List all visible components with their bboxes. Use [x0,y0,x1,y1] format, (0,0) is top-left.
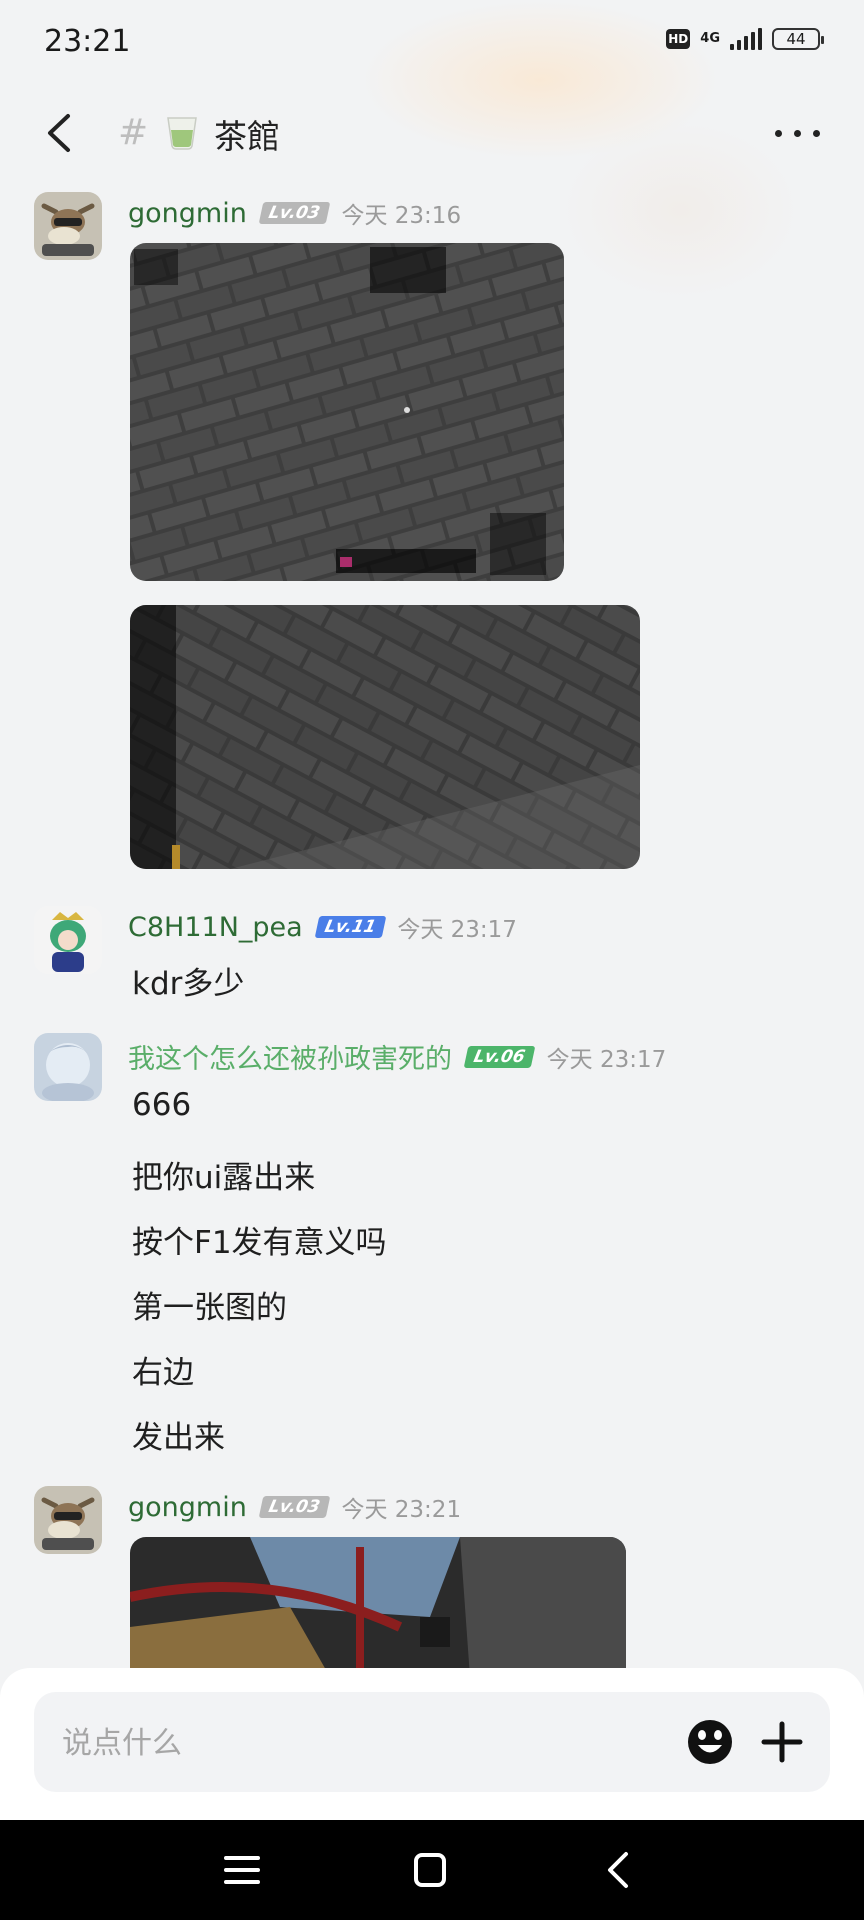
avatar[interactable] [34,906,102,974]
more-options-button[interactable] [775,130,820,137]
message-text: 把你ui露出来 [132,1160,316,1196]
message-composer [0,1668,864,1820]
status-bar: 23:21 HD 4G 44 [0,0,864,86]
status-icons: HD 4G 44 [666,28,824,50]
message-text: 右边 [132,1355,194,1391]
message-header: C8H11N_pea Lv.11 今天 23:17 [128,910,517,944]
network-type: 4G [700,31,720,46]
plus-icon [761,1721,803,1763]
timestamp: 今天 23:17 [397,917,517,943]
status-time: 23:21 [44,24,131,59]
back-icon [608,1852,628,1888]
system-back-button[interactable] [598,1850,642,1890]
back-button[interactable] [40,110,80,156]
image-attachment[interactable] [130,605,640,869]
emoji-icon [688,1720,732,1764]
username[interactable]: C8H11N_pea [128,912,303,943]
channel-header: # 茶館 [0,96,864,172]
more-dot-icon [813,130,820,137]
username[interactable]: gongmin [128,1492,247,1523]
more-dot-icon [794,130,801,137]
level-badge: Lv.03 [258,202,330,224]
menu-icon [224,1856,260,1884]
channel-name: 茶館 [214,117,280,156]
timestamp: 今天 23:17 [546,1046,667,1073]
level-badge: Lv.11 [314,916,386,938]
message-text: 按个F1发有意义吗 [132,1225,387,1261]
emoji-button[interactable] [686,1718,734,1766]
home-button[interactable] [408,1850,452,1890]
timestamp: 今天 23:21 [341,1497,462,1523]
message-header: gongmin Lv.03 今天 23:21 [128,1490,461,1524]
message-text: 666 [132,1087,192,1123]
system-nav-bar [0,1820,864,1920]
home-icon [414,1853,446,1887]
message-text: 发出来 [132,1420,225,1456]
more-dot-icon [775,130,782,137]
timestamp: 今天 23:16 [341,203,462,229]
battery-icon: 44 [772,28,824,50]
input-container [34,1692,830,1792]
message-text: 第一张图的 [132,1290,287,1326]
hd-icon: HD [666,29,691,49]
avatar[interactable] [34,1033,102,1101]
tea-cup-icon [164,110,200,154]
avatar[interactable] [34,192,102,260]
username[interactable]: gongmin [128,198,247,229]
message-header: gongmin Lv.03 今天 23:16 [128,196,461,230]
image-attachment[interactable] [130,1537,626,1677]
message-text: kdr多少 [132,966,245,1002]
channel-hash: # [118,112,149,153]
message-input[interactable] [60,1712,664,1774]
plus-button[interactable] [758,1718,806,1766]
menu-button[interactable] [220,1850,264,1890]
message-header: 我这个怎么还被孙政害死的 Lv.06 今天 23:17 [128,1037,666,1076]
battery-level: 44 [786,30,806,48]
username[interactable]: 我这个怎么还被孙政害死的 [128,1037,452,1076]
level-badge: Lv.03 [258,1496,330,1518]
avatar[interactable] [34,1486,102,1554]
level-badge: Lv.06 [463,1045,535,1068]
signal-icon [730,28,762,50]
image-attachment[interactable] [130,243,564,581]
chevron-left-icon [48,114,70,152]
